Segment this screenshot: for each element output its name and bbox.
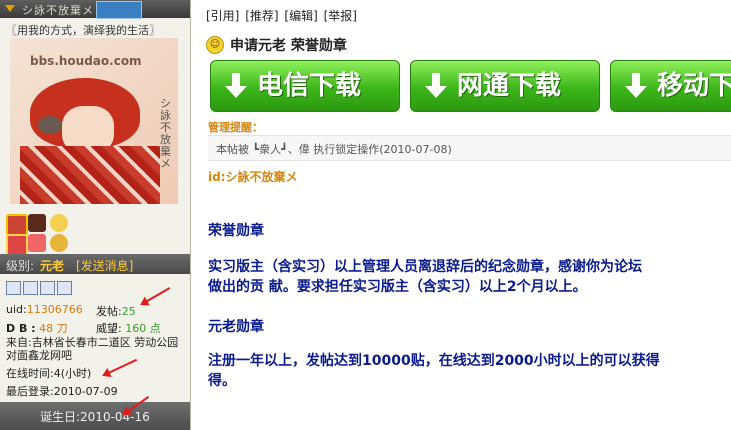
- prestige-label: 威望:: [96, 322, 122, 335]
- management-notice: 本帖被 ┗衆人┛、偉 执行锁定操作(2010-07-08): [208, 135, 731, 161]
- posts-icon[interactable]: [23, 281, 38, 295]
- download-mobile-label: 移动下: [657, 71, 731, 101]
- download-arrow-icon: [425, 73, 447, 98]
- user-location: 来自:吉林省长春市二道区 劳动公园对面鑫龙网吧: [6, 336, 179, 362]
- header-username-faded: シ詠不放棄メ: [22, 4, 94, 17]
- post-toolbar: [引用] [推荐] [编辑] [举报]: [206, 7, 359, 24]
- post-author-id: id:シ詠不放棄メ: [208, 170, 298, 184]
- message-icon[interactable]: [57, 281, 72, 295]
- medal-icon[interactable]: [6, 234, 28, 256]
- user-info-panel: シ詠不放棄メ 〖用我的方式，演绎我的生活〗 bbs.houdao.com シ詠不…: [0, 0, 191, 430]
- report-link[interactable]: [举报]: [324, 9, 357, 23]
- birthday-text: 诞生日:2010-04-16: [40, 410, 150, 424]
- download-arrow-icon: [625, 73, 647, 98]
- avatar: bbs.houdao.com シ詠不放棄メ: [10, 38, 178, 204]
- recommend-link[interactable]: [推荐]: [245, 9, 278, 23]
- profile-icon[interactable]: [6, 281, 21, 295]
- posts-value: 25: [121, 305, 136, 318]
- medal-icon[interactable]: [50, 234, 68, 252]
- last-login: 最后登录:2010-07-09: [6, 385, 118, 398]
- medal-icon[interactable]: [28, 234, 46, 252]
- uid-value: 11306766: [26, 303, 83, 316]
- level-title: 元老: [40, 259, 65, 273]
- send-message-link[interactable]: [发送消息]: [76, 257, 133, 274]
- add-friend-icon[interactable]: [40, 281, 55, 295]
- uid-stat: uid:11306766: [6, 303, 83, 316]
- avatar-bird: [38, 116, 62, 134]
- site-logo: [96, 1, 142, 19]
- download-telecom-button[interactable]: 电信下载: [210, 60, 400, 112]
- post-title: 申请元老 荣誉勋章: [230, 38, 347, 54]
- birthday-bar: 诞生日:2010-04-16: [0, 402, 190, 430]
- prestige-value: 160 点: [125, 322, 161, 335]
- medal-icon[interactable]: [28, 214, 46, 232]
- content-paragraph-line: 做出的贡 献。要求担任实习版主（含实习）以上2个月以上。: [208, 279, 587, 295]
- user-panel-header: シ詠不放棄メ: [0, 0, 190, 19]
- posts-stat: 发帖:25: [96, 303, 136, 319]
- content-paragraph-line: 实习版主（含实习）以上管理人员离退辞后的纪念勋章，感谢你为论坛: [208, 259, 642, 275]
- user-action-icons: [6, 281, 74, 298]
- posts-label: 发帖:: [96, 305, 122, 318]
- avatar-scarf: [20, 146, 160, 204]
- quote-link[interactable]: [引用]: [206, 9, 239, 23]
- content-heading-veteran-medal: 元老勋章: [208, 319, 264, 335]
- content-paragraph-line: 得。: [208, 373, 236, 389]
- collapse-triangle-icon[interactable]: [5, 5, 15, 12]
- management-notice-text: 本帖被 ┗衆人┛、偉 执行锁定操作(2010-07-08): [216, 143, 452, 156]
- medal-list: [6, 212, 86, 256]
- download-netcom-button[interactable]: 网通下载: [410, 60, 600, 112]
- content-heading-honor-medal: 荣誉勋章: [208, 223, 264, 239]
- download-arrow-icon: [225, 73, 247, 98]
- level-label: 级别:: [6, 259, 35, 273]
- download-telecom-label: 电信下载: [257, 71, 362, 101]
- content-paragraph-line: 注册一年以上，发帖达到10000贴，在线达到2000小时以上的可以获得: [208, 353, 660, 369]
- uid-label: uid:: [6, 303, 27, 316]
- management-notice-label: 管理提醒：: [208, 121, 263, 134]
- online-time: 在线时间:4(小时): [6, 367, 92, 380]
- smiley-icon: ☺: [206, 36, 224, 54]
- db-value: 48 刀: [39, 322, 68, 335]
- user-signature: 〖用我的方式，演绎我的生活〗: [6, 24, 160, 37]
- medal-icon[interactable]: [6, 214, 28, 236]
- edit-link[interactable]: [编辑]: [284, 9, 317, 23]
- avatar-watermark-url: bbs.houdao.com: [30, 54, 142, 68]
- avatar-calligraphy: シ詠不放棄メ: [160, 97, 171, 170]
- level-bar: 级别: 元老 [发送消息]: [0, 254, 190, 274]
- download-mobile-button[interactable]: 移动下: [610, 60, 731, 112]
- download-netcom-label: 网通下载: [457, 71, 562, 101]
- db-label: D B :: [6, 322, 36, 335]
- medal-icon[interactable]: [50, 214, 68, 232]
- db-stat: D B : 48 刀: [6, 320, 68, 336]
- annotation-arrow: [141, 287, 171, 305]
- prestige-stat: 威望: 160 点: [96, 320, 161, 336]
